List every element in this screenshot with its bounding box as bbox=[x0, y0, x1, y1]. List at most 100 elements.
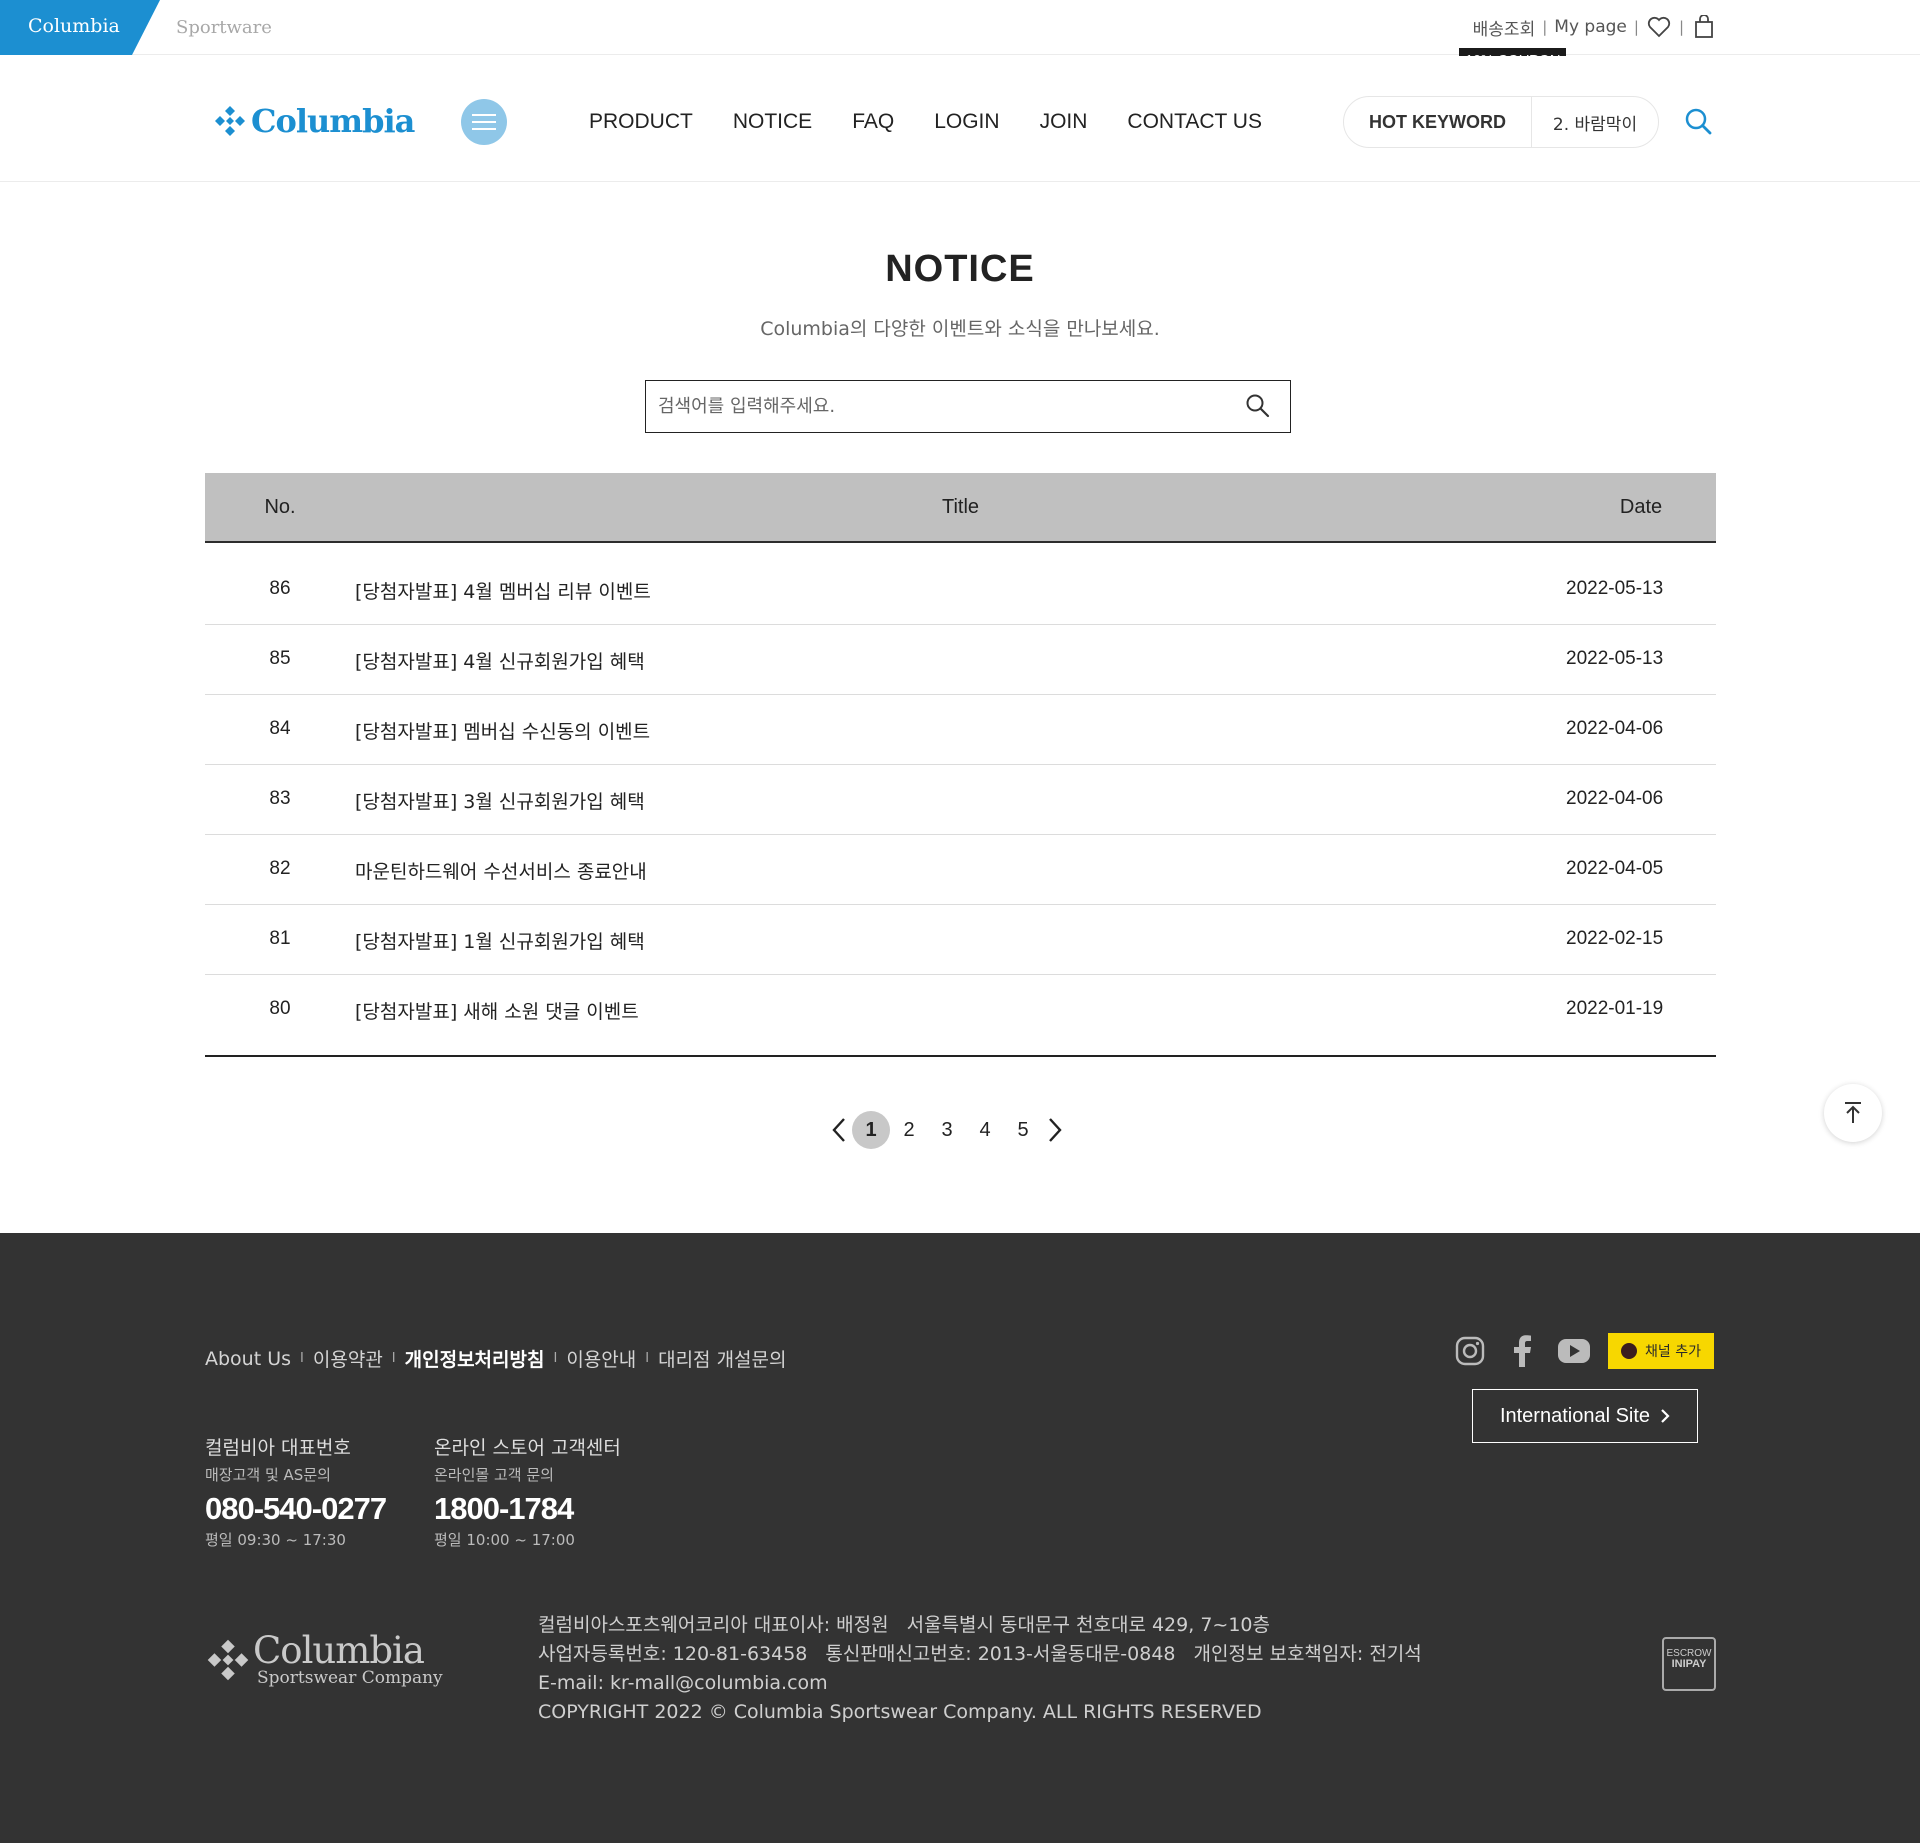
escrow-inipay-badge[interactable]: ESCROW INIPAY bbox=[1662, 1637, 1716, 1691]
separator: I bbox=[645, 1351, 650, 1366]
shopping-bag-icon[interactable] bbox=[1691, 14, 1717, 40]
footer-logo-wordmark: Columbia bbox=[253, 1629, 425, 1672]
table-row[interactable]: 84 [당첨자발표] 멤버십 수신동의 이벤트 2022-04-06 bbox=[205, 695, 1716, 765]
facebook-icon[interactable] bbox=[1504, 1333, 1540, 1369]
footer-logo: Columbia Sportswear Company bbox=[205, 1629, 443, 1687]
cs1-hours: 평일 09:30 ~ 17:30 bbox=[205, 1531, 346, 1549]
footer-link-privacy[interactable]: 개인정보처리방침 bbox=[405, 1345, 545, 1372]
row-title-link[interactable]: [당첨자발표] 멤버십 수신동의 이벤트 bbox=[355, 717, 650, 744]
table-row[interactable]: 83 [당첨자발표] 3월 신규회원가입 혜택 2022-04-06 bbox=[205, 765, 1716, 835]
main-header: Columbia PRODUCT NOTICE FAQ LOGIN JOIN C… bbox=[0, 56, 1920, 182]
columbia-diamond-icon bbox=[215, 106, 245, 136]
nav-notice[interactable]: NOTICE bbox=[733, 110, 812, 134]
youtube-icon[interactable] bbox=[1556, 1333, 1592, 1369]
footer-link-dealer[interactable]: 대리점 개설문의 bbox=[658, 1345, 786, 1372]
row-number: 84 bbox=[269, 718, 291, 739]
row-title-link[interactable]: [당첨자발표] 1월 신규회원가입 혜택 bbox=[355, 927, 645, 954]
kakao-channel-label: 채널 추가 bbox=[1645, 1344, 1701, 1360]
column-header-no: No. bbox=[264, 496, 296, 518]
nav-login[interactable]: LOGIN bbox=[934, 110, 999, 134]
info-mail-order: 통신판매신고번호: 2013-서울동대문-0848 bbox=[825, 1643, 1176, 1665]
info-email: E-mail: kr-mall@columbia.com bbox=[538, 1672, 828, 1694]
kakao-icon bbox=[1621, 1343, 1637, 1359]
nav-join[interactable]: JOIN bbox=[1040, 110, 1088, 134]
row-number: 85 bbox=[269, 648, 291, 669]
next-page-chevron-icon[interactable] bbox=[1042, 1115, 1068, 1145]
mypage-link[interactable]: My page bbox=[1554, 17, 1627, 37]
row-title-link[interactable]: 마운틴하드웨어 수선서비스 종료안내 bbox=[355, 857, 647, 884]
notice-search-box bbox=[645, 380, 1291, 433]
row-title-link[interactable]: [당첨자발표] 4월 멤버십 리뷰 이벤트 bbox=[355, 577, 651, 604]
table-row[interactable]: 81 [당첨자발표] 1월 신규회원가입 혜택 2022-02-15 bbox=[205, 905, 1716, 975]
logo-wordmark: Columbia bbox=[251, 102, 415, 140]
row-number: 86 bbox=[269, 578, 291, 599]
table-row[interactable]: 80 [당첨자발표] 새해 소원 댓글 이벤트 2022-01-19 bbox=[205, 975, 1716, 1055]
cs2-title: 온라인 스토어 고객센터 bbox=[434, 1437, 621, 1459]
scroll-to-top-button[interactable] bbox=[1824, 1084, 1882, 1142]
row-number: 83 bbox=[269, 788, 291, 809]
row-date: 2022-04-05 bbox=[1566, 858, 1664, 879]
international-site-button[interactable]: International Site bbox=[1472, 1389, 1698, 1443]
row-title-link[interactable]: [당첨자발표] 4월 신규회원가입 혜택 bbox=[355, 647, 645, 674]
column-header-title: Title bbox=[941, 496, 980, 518]
site-footer: About Us I 이용약관 I 개인정보처리방침 I 이용안내 I 대리점 … bbox=[0, 1233, 1920, 1843]
kakao-channel-button[interactable]: 채널 추가 bbox=[1608, 1333, 1714, 1369]
header-search-icon[interactable] bbox=[1682, 106, 1716, 140]
international-site-label: International Site bbox=[1499, 1404, 1651, 1427]
page-3-button[interactable]: 3 bbox=[928, 1111, 966, 1149]
row-title-link[interactable]: [당첨자발표] 3월 신규회원가입 혜택 bbox=[355, 787, 645, 814]
notice-search-icon[interactable] bbox=[1244, 392, 1272, 420]
hot-keyword-box[interactable]: HOT KEYWORD 2. 바람막이 bbox=[1343, 96, 1659, 148]
footer-link-about[interactable]: About Us bbox=[205, 1348, 291, 1370]
hamburger-menu-button[interactable] bbox=[461, 99, 507, 145]
brand-tab-sportware[interactable]: Sportware bbox=[176, 17, 272, 38]
table-row[interactable]: 85 [당첨자발표] 4월 신규회원가입 혜택 2022-05-13 bbox=[205, 625, 1716, 695]
footer-link-guide[interactable]: 이용안내 bbox=[566, 1345, 636, 1372]
nav-faq[interactable]: FAQ bbox=[852, 110, 894, 134]
inipay-label: INIPAY bbox=[1671, 1658, 1707, 1670]
row-date: 2022-04-06 bbox=[1566, 788, 1664, 809]
utility-menu: 배송조회 | My page | | bbox=[1473, 14, 1717, 40]
arrow-up-icon bbox=[1845, 1102, 1861, 1123]
info-biz-no: 사업자등록번호: 120-81-63458 bbox=[538, 1643, 808, 1665]
company-info: 컬럼비아스포츠웨어코리아 대표이사: 배정원 서울특별시 동대문구 천호대로 42… bbox=[538, 1611, 1422, 1727]
row-date: 2022-04-06 bbox=[1566, 718, 1664, 739]
row-title-link[interactable]: [당첨자발표] 새해 소원 댓글 이벤트 bbox=[355, 997, 639, 1024]
separator: I bbox=[391, 1351, 396, 1366]
page-4-button[interactable]: 4 bbox=[966, 1111, 1004, 1149]
row-number: 81 bbox=[269, 928, 291, 949]
page-5-button[interactable]: 5 bbox=[1004, 1111, 1042, 1149]
table-header: No. Title Date bbox=[205, 473, 1716, 543]
info-address: 서울특별시 동대문구 천호대로 429, 7~10층 bbox=[906, 1614, 1270, 1636]
page-title: NOTICE bbox=[885, 248, 1035, 290]
hot-keyword-value[interactable]: 2. 바람막이 bbox=[1532, 110, 1658, 135]
info-privacy: 개인정보 보호책임자: 전기석 bbox=[1193, 1643, 1422, 1665]
row-number: 82 bbox=[269, 858, 291, 879]
nav-contact-us[interactable]: CONTACT US bbox=[1127, 110, 1262, 134]
top-brand-bar: Columbia Sportware 배송조회 | My page | | 10… bbox=[0, 0, 1920, 73]
main-nav: PRODUCT NOTICE FAQ LOGIN JOIN CONTACT US bbox=[589, 110, 1302, 134]
cs-online-store: 온라인 스토어 고객센터 온라인몰 고객 문의 1800-1784 평일 10:… bbox=[434, 1433, 621, 1550]
cs1-title: 컬럼비아 대표번호 bbox=[205, 1437, 351, 1459]
page-1-button[interactable]: 1 bbox=[852, 1111, 890, 1149]
row-date: 2022-05-13 bbox=[1566, 648, 1664, 669]
columbia-logo[interactable]: Columbia bbox=[213, 102, 415, 140]
nav-product[interactable]: PRODUCT bbox=[589, 110, 693, 134]
table-row[interactable]: 82 마운틴하드웨어 수선서비스 종료안내 2022-04-05 bbox=[205, 835, 1716, 905]
notice-table: No. Title Date 86 [당첨자발표] 4월 멤버십 리뷰 이벤트 … bbox=[205, 473, 1716, 1057]
row-number: 80 bbox=[269, 998, 291, 1019]
separator: I bbox=[300, 1351, 304, 1366]
hot-keyword-label: HOT KEYWORD bbox=[1344, 97, 1532, 147]
instagram-icon[interactable] bbox=[1452, 1333, 1488, 1369]
cs2-hours: 평일 10:00 ~ 17:00 bbox=[434, 1531, 575, 1549]
brand-tab-columbia[interactable]: Columbia bbox=[0, 0, 160, 55]
prev-page-chevron-icon[interactable] bbox=[826, 1115, 852, 1145]
page-2-button[interactable]: 2 bbox=[890, 1111, 928, 1149]
wishlist-heart-icon[interactable] bbox=[1646, 14, 1672, 40]
delivery-tracking-link[interactable]: 배송조회 bbox=[1473, 15, 1536, 40]
notice-search-input[interactable] bbox=[658, 381, 1228, 431]
footer-link-terms[interactable]: 이용약관 bbox=[313, 1345, 383, 1372]
cs-main-number: 컬럼비아 대표번호 매장고객 및 AS문의 080-540-0277 평일 09… bbox=[205, 1433, 387, 1550]
table-row[interactable]: 86 [당첨자발표] 4월 멤버십 리뷰 이벤트 2022-05-13 bbox=[205, 555, 1716, 625]
row-date: 2022-01-19 bbox=[1566, 998, 1664, 1019]
